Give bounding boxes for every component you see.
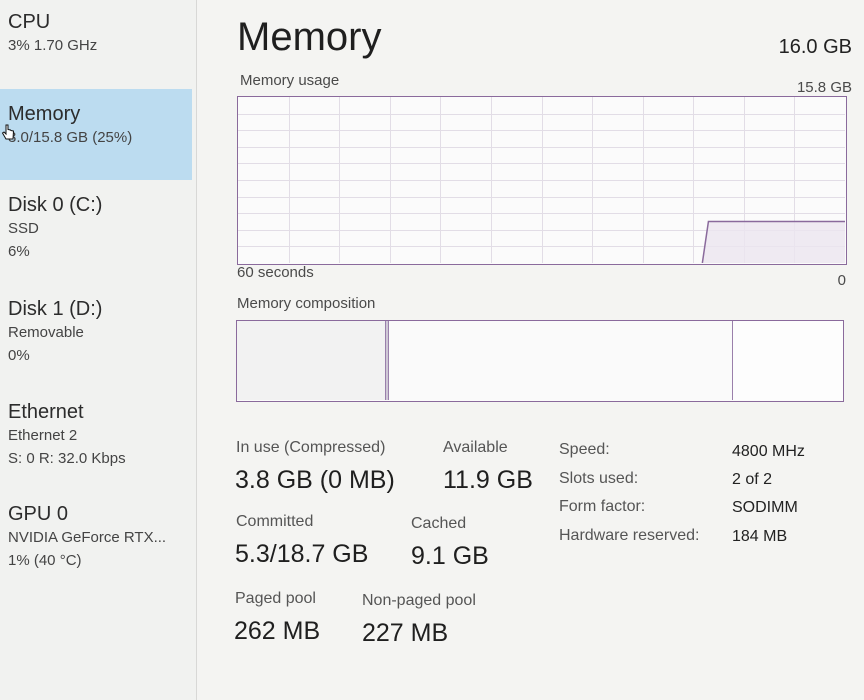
- memory-usage-graph: [237, 96, 847, 265]
- available-value: 11.9 GB: [443, 466, 533, 494]
- slots-used-label: Slots used:: [559, 470, 639, 487]
- sidebar-item-detail: Removable: [8, 324, 84, 341]
- speed-label: Speed:: [559, 441, 610, 458]
- paged-pool-value: 262 MB: [234, 617, 321, 645]
- sidebar-item-title: Disk 1 (D:): [8, 298, 103, 320]
- cached-label: Cached: [411, 515, 467, 532]
- composition-free[interactable]: [733, 321, 843, 400]
- slots-used-value: 2 of 2: [732, 471, 773, 488]
- hardware-reserved-label: Hardware reserved:: [559, 527, 700, 544]
- hardware-reserved-value: 184 MB: [732, 528, 788, 545]
- page-title: Memory: [237, 15, 382, 59]
- paged-pool-label: Paged pool: [235, 590, 316, 607]
- sidebar-item-title: GPU 0: [8, 503, 69, 525]
- memory-usage-plot: [238, 97, 845, 263]
- total-memory: 16.0 GB: [778, 36, 852, 58]
- graph-min-label: 0: [837, 272, 846, 289]
- sidebar: CPU 3% 1.70 GHz Memory 3.0/15.8 GB (25%)…: [0, 0, 197, 700]
- sidebar-item-title: Ethernet: [8, 401, 84, 423]
- time-span-label: 60 seconds: [237, 264, 314, 281]
- sidebar-item-cpu[interactable]: CPU 3% 1.70 GHz: [0, 10, 192, 57]
- nonpaged-pool-label: Non-paged pool: [362, 592, 476, 609]
- memory-usage-max: 15.8 GB: [796, 79, 852, 96]
- sidebar-item-gpu0[interactable]: GPU 0 NVIDIA GeForce RTX... 1% (40 °C): [0, 502, 192, 572]
- memory-usage-label: Memory usage: [240, 72, 340, 89]
- sidebar-item-detail: S: 0 R: 32.0 Kbps: [8, 450, 126, 467]
- nonpaged-pool-value: 227 MB: [362, 619, 449, 647]
- form-factor-label: Form factor:: [559, 498, 646, 515]
- in-use-label: In use (Compressed): [236, 439, 386, 456]
- memory-usage-area: [702, 221, 845, 263]
- form-factor-value: SODIMM: [732, 499, 798, 516]
- composition-in-use[interactable]: [237, 321, 385, 400]
- speed-value: 4800 MHz: [732, 443, 805, 460]
- sidebar-item-ethernet[interactable]: Ethernet Ethernet 2 S: 0 R: 32.0 Kbps: [0, 400, 192, 470]
- sidebar-item-detail: Ethernet 2: [8, 427, 78, 444]
- committed-value: 5.3/18.7 GB: [235, 540, 369, 568]
- composition-standby[interactable]: [389, 321, 733, 400]
- sidebar-item-detail: 3.0/15.8 GB (25%): [8, 129, 133, 146]
- sidebar-item-title: Memory: [8, 103, 81, 125]
- sidebar-item-memory[interactable]: Memory 3.0/15.8 GB (25%): [0, 89, 192, 180]
- committed-label: Committed: [236, 513, 314, 530]
- available-label: Available: [443, 439, 508, 456]
- sidebar-item-detail: 3% 1.70 GHz: [8, 37, 98, 54]
- sidebar-item-detail: 0%: [8, 347, 30, 364]
- memory-details-panel: Memory 16.0 GB Memory usage 15.8 GB 60 s…: [197, 0, 864, 700]
- memory-composition-label: Memory composition: [237, 295, 376, 312]
- sidebar-item-detail: 6%: [8, 243, 30, 260]
- sidebar-item-detail: SSD: [8, 220, 39, 237]
- sidebar-item-title: Disk 0 (C:): [8, 194, 103, 216]
- sidebar-item-disk0[interactable]: Disk 0 (C:) SSD 6%: [0, 193, 192, 263]
- hand-cursor-icon: [1, 124, 15, 140]
- in-use-value: 3.8 GB (0 MB): [235, 466, 395, 494]
- sidebar-item-detail: NVIDIA GeForce RTX...: [8, 529, 167, 546]
- memory-composition-bar: [236, 320, 844, 402]
- sidebar-item-detail: 1% (40 °C): [8, 552, 82, 569]
- cached-value: 9.1 GB: [411, 542, 489, 570]
- sidebar-item-title: CPU: [8, 11, 51, 33]
- sidebar-item-disk1[interactable]: Disk 1 (D:) Removable 0%: [0, 297, 192, 367]
